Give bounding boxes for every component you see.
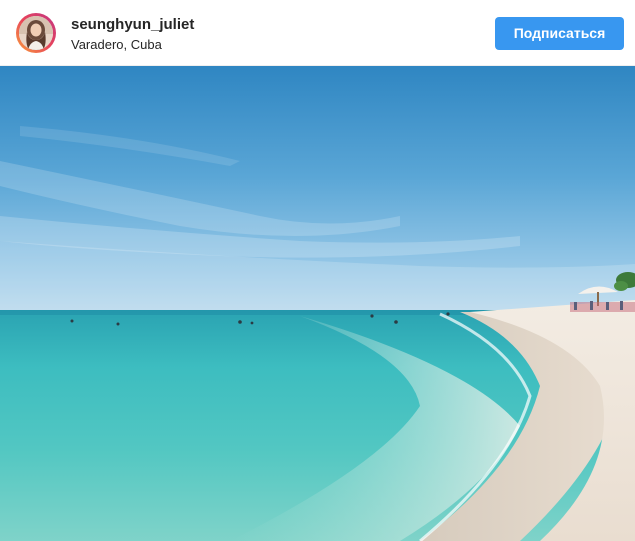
- avatar[interactable]: [19, 16, 53, 50]
- beach-photo-image: [0, 66, 635, 541]
- username-link[interactable]: seunghyun_juliet: [71, 16, 194, 34]
- instagram-post: seunghyun_juliet Varadero, Cuba Подписат…: [0, 0, 635, 541]
- post-photo[interactable]: [0, 66, 635, 541]
- avatar-photo-icon: [19, 16, 53, 50]
- avatar-story-ring[interactable]: [16, 13, 56, 53]
- follow-button[interactable]: Подписаться: [495, 17, 624, 50]
- post-header: seunghyun_juliet Varadero, Cuba Подписат…: [0, 0, 635, 66]
- location-link[interactable]: Varadero, Cuba: [71, 37, 162, 53]
